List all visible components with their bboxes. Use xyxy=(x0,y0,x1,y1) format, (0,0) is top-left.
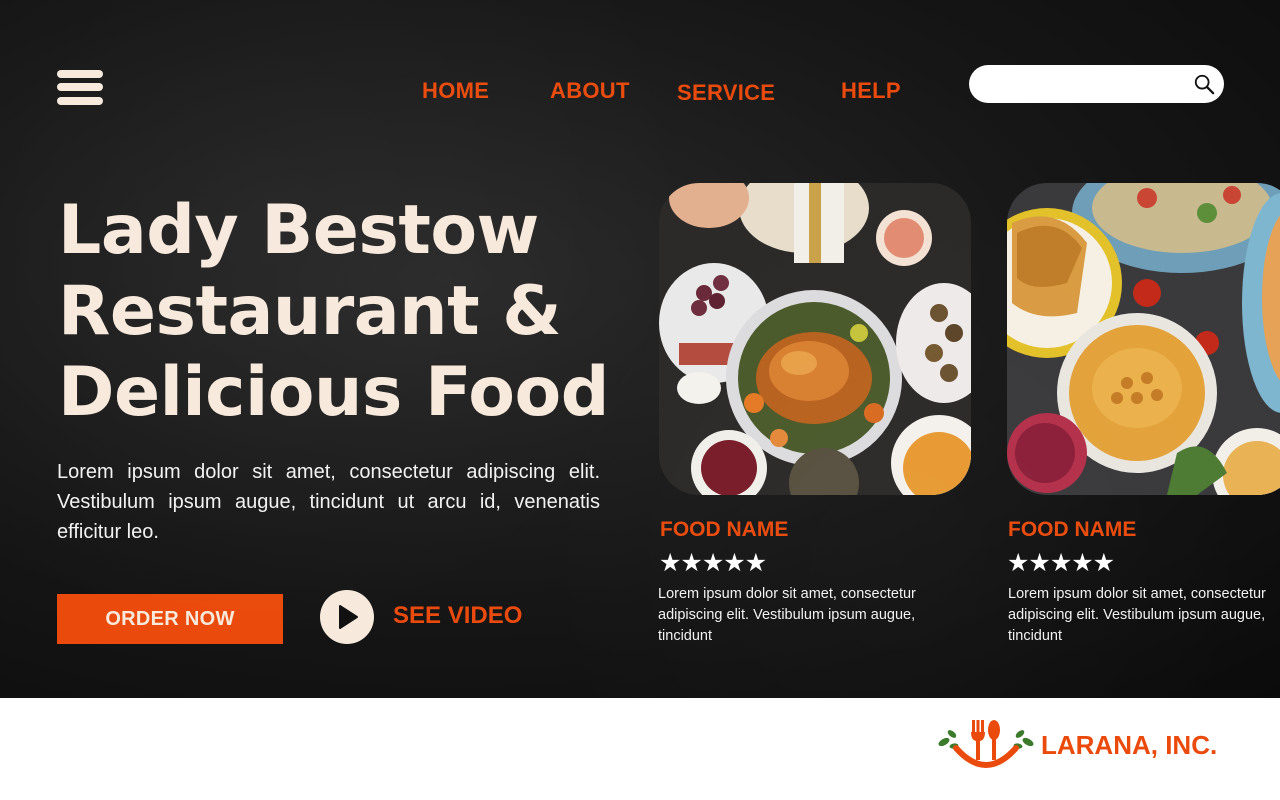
page-title: Lady Bestow Restaurant & Delicious Food xyxy=(58,190,638,433)
see-video-link[interactable]: SEE VIDEO xyxy=(393,602,522,630)
search-icon[interactable] xyxy=(1193,73,1215,95)
play-video-button[interactable] xyxy=(320,590,374,644)
menu-bar xyxy=(57,70,103,78)
menu-bar xyxy=(57,83,103,91)
hummus-image xyxy=(1007,183,1280,495)
card-rating-stars: ★★★★★ xyxy=(659,549,767,577)
nav-help[interactable]: HELP xyxy=(841,78,901,104)
search-bar xyxy=(969,65,1224,103)
card-description: Lorem ipsum dolor sit amet, consectetur … xyxy=(658,586,916,644)
title-line: Lady Bestow xyxy=(58,191,539,270)
roast-chicken-image xyxy=(659,183,971,495)
card-description: Lorem ipsum dolor sit amet, consectetur … xyxy=(1008,586,1266,644)
card-rating-stars: ★★★★★ xyxy=(1007,549,1115,577)
nav-home[interactable]: HOME xyxy=(422,78,489,104)
nav-about[interactable]: ABOUT xyxy=(550,78,630,104)
title-line: Delicious Food xyxy=(58,353,609,432)
food-image-hummus[interactable] xyxy=(1007,183,1280,495)
menu-bar xyxy=(57,97,103,105)
brand-name: LARANA, INC. xyxy=(1041,730,1218,760)
search-input[interactable] xyxy=(985,70,1184,100)
hero-description: Lorem ipsum dolor sit amet, consectetur … xyxy=(57,461,600,543)
title-line: Restaurant & xyxy=(58,272,562,351)
hamburger-menu-icon[interactable] xyxy=(57,70,103,106)
order-now-button[interactable]: ORDER NOW xyxy=(57,594,283,644)
fork-spoon-smile-logo-icon xyxy=(938,720,1034,768)
food-image-roast-chicken[interactable] xyxy=(659,183,971,495)
card-food-name: FOOD NAME xyxy=(660,518,789,541)
nav-service[interactable]: SERVICE xyxy=(677,80,775,106)
card-food-name: FOOD NAME xyxy=(1008,518,1137,541)
play-icon xyxy=(339,605,358,629)
hero-section: HOME ABOUT SERVICE HELP Lady Bestow Rest… xyxy=(0,0,1280,698)
